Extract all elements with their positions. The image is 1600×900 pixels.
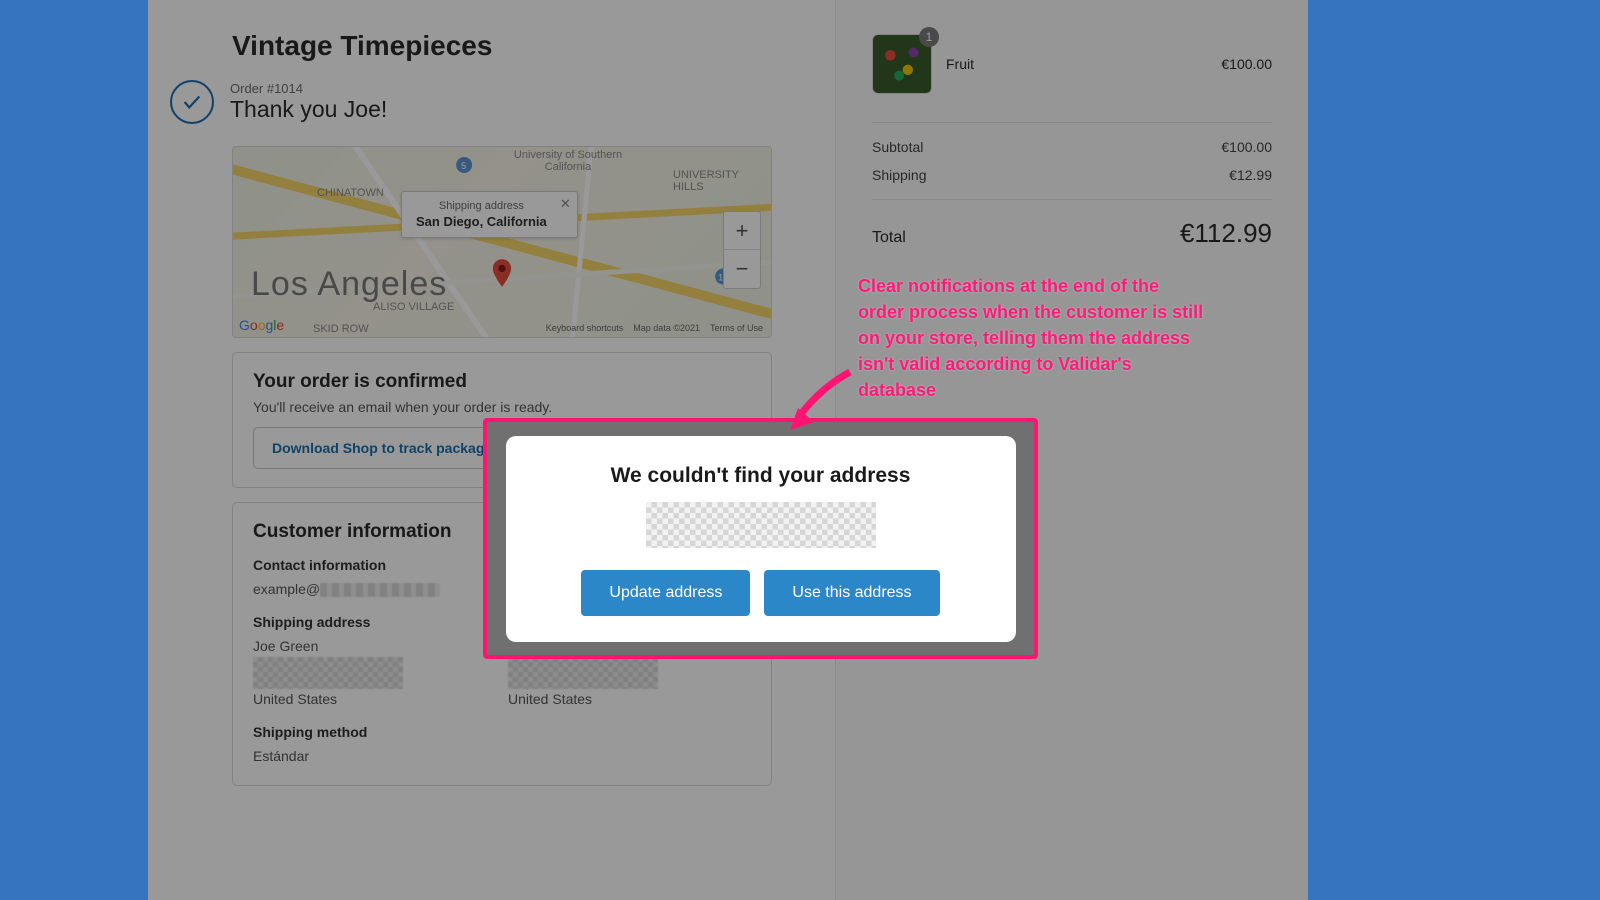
shipping-country: United States (253, 689, 496, 710)
use-this-address-button[interactable]: Use this address (764, 570, 939, 616)
shipping-address-label: Shipping address (253, 614, 496, 630)
map-footer-link[interactable]: Terms of Use (710, 323, 763, 333)
map-footer-link[interactable]: Keyboard shortcuts (546, 323, 624, 333)
map-tooltip: ✕ Shipping address San Diego, California (401, 191, 578, 238)
annotation-arrow-icon (780, 360, 860, 445)
product-name: Fruit (946, 56, 1207, 72)
thank-you-message: Thank you Joe! (230, 96, 387, 123)
address-warning-modal: We couldn't find your address Update add… (506, 436, 1016, 642)
map-label: UNIVERSITY HILLS (673, 169, 753, 193)
shipping-map[interactable]: 5 10 University of Southern California C… (232, 146, 772, 338)
total-value: €112.99 (1180, 218, 1272, 249)
map-label: University of Southern California (513, 149, 623, 173)
svg-text:5: 5 (461, 161, 466, 171)
checkmark-icon (170, 80, 214, 124)
google-logo: Google (239, 317, 284, 333)
shipping-name: Joe Green (253, 636, 496, 657)
map-city-label: Los Angeles (251, 265, 447, 304)
qty-badge: 1 (919, 27, 939, 47)
shipping-value: €12.99 (1229, 167, 1272, 183)
product-thumbnail: 1 (872, 34, 932, 94)
annotation-text: Clear notifications at the end of the or… (858, 273, 1208, 403)
modal-heading: We couldn't find your address (530, 464, 992, 488)
redacted-address (253, 657, 403, 689)
shipping-row: Shipping €12.99 (872, 161, 1272, 189)
map-tooltip-location: San Diego, California (416, 214, 547, 229)
order-number: Order #1014 (230, 81, 387, 96)
redacted-address (646, 502, 876, 548)
subtotal-row: Subtotal €100.00 (872, 133, 1272, 161)
subtotal-value: €100.00 (1221, 139, 1272, 155)
close-icon[interactable]: ✕ (560, 196, 571, 212)
address-warning-highlight: We couldn't find your address Update add… (483, 418, 1038, 659)
map-label: SKID ROW (313, 323, 369, 335)
map-label: CHINATOWN (317, 187, 384, 199)
total-row: Total €112.99 (872, 210, 1272, 249)
map-zoom-control: + − (723, 211, 761, 289)
confirm-body: You'll receive an email when your order … (253, 399, 751, 415)
redacted-address (508, 657, 658, 689)
map-footer-text: Map data ©2021 (633, 323, 700, 333)
map-tooltip-title: Shipping address (416, 200, 547, 212)
subtotal-label: Subtotal (872, 139, 923, 155)
cart-item-row: 1 Fruit €100.00 (872, 30, 1272, 112)
total-label: Total (872, 229, 906, 247)
download-shop-button[interactable]: Download Shop to track package (253, 427, 511, 469)
shipping-method-label: Shipping method (253, 724, 496, 740)
update-address-button[interactable]: Update address (581, 570, 750, 616)
store-title: Vintage Timepieces (232, 30, 799, 62)
shipping-method: Estándar (253, 746, 496, 767)
zoom-out-button[interactable]: − (724, 250, 760, 288)
product-price: €100.00 (1221, 56, 1272, 72)
confirm-heading: Your order is confirmed (253, 371, 751, 393)
zoom-in-button[interactable]: + (724, 212, 760, 250)
map-pin-icon (491, 259, 513, 292)
shipping-label: Shipping (872, 167, 927, 183)
billing-country: United States (508, 689, 751, 710)
